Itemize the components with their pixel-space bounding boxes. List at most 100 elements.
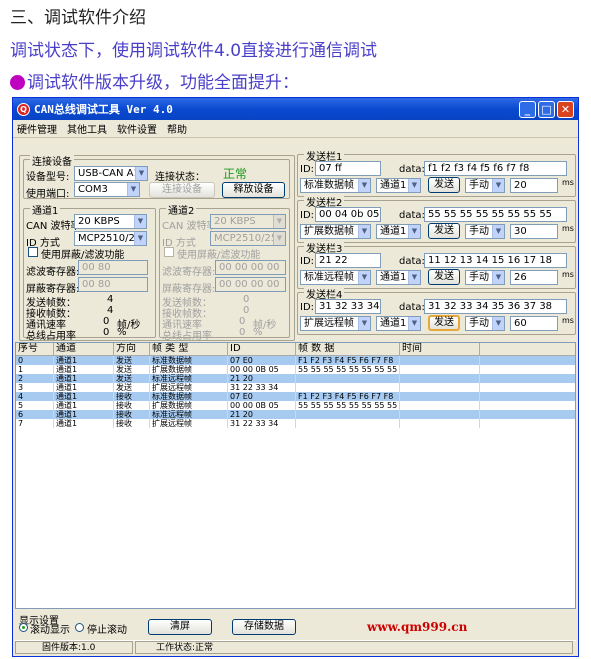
frame-type-select[interactable]: 标准远程帧 ▼ xyxy=(300,270,371,285)
scroll-on-label: 滚动显示 xyxy=(30,625,70,636)
cell-data xyxy=(296,383,400,392)
ch2-filter-reg-input[interactable]: 00 00 00 00 xyxy=(215,260,286,275)
col-channel[interactable]: 通道 xyxy=(54,343,114,355)
channel-select[interactable]: 通道1 ▼ xyxy=(376,224,421,239)
ch1-filter-reg-input[interactable]: 00 80 xyxy=(78,260,148,275)
title-bar[interactable]: Q CAN总线调试工具 Ver 4.0 _ □ ✕ xyxy=(13,98,578,120)
send-data-input[interactable]: 31 32 33 34 35 36 37 38 xyxy=(424,299,567,314)
channel-select[interactable]: 通道1 ▼ xyxy=(376,316,421,331)
interval-input[interactable]: 30 xyxy=(510,224,558,239)
table-row[interactable]: 6 通道1 接收 标准远程帧 21 20 xyxy=(16,410,575,419)
col-id[interactable]: ID xyxy=(228,343,296,355)
send-mode-select[interactable]: 手动 ▼ xyxy=(465,224,505,239)
ch1-filter-checkbox[interactable] xyxy=(28,247,38,257)
chevron-down-icon: ▼ xyxy=(408,317,420,330)
chevron-down-icon: ▼ xyxy=(358,317,370,330)
menu-help[interactable]: 帮助 xyxy=(167,121,187,136)
ch2-idmode-select[interactable]: MCP2510/2515 ▼ xyxy=(210,231,286,246)
cell-time xyxy=(400,365,480,374)
col-frame-type[interactable]: 帧 类 型 xyxy=(150,343,228,355)
table-row[interactable]: 7 通道1 接收 扩展远程帧 31 22 33 34 xyxy=(16,419,575,428)
ch1-mask-reg-label: 屏蔽寄存器: xyxy=(26,284,80,295)
ch1-baud-value: 20 KBPS xyxy=(78,216,120,227)
ch2-rate-value: 0 xyxy=(239,316,246,327)
interval-input[interactable]: 60 xyxy=(510,316,558,331)
interval-input[interactable]: 20 xyxy=(510,178,558,193)
col-time[interactable]: 时间 xyxy=(400,343,480,355)
scroll-off-radio[interactable] xyxy=(75,623,84,632)
cell-data xyxy=(296,374,400,383)
ch1-idmode-select[interactable]: MCP2510/2515 ▼ xyxy=(74,231,147,246)
send-mode-value: 手动 xyxy=(469,226,489,237)
send-mode-select[interactable]: 手动 ▼ xyxy=(465,316,505,331)
table-row[interactable]: 5 通道1 接收 扩展数据帧 00 00 0B 05 55 55 55 55 55 55 … xyxy=(16,401,575,410)
send-id-input[interactable]: 00 04 0b 05 xyxy=(315,207,381,222)
col-index[interactable]: 序号 xyxy=(16,343,54,355)
ch1-baud-select[interactable]: 20 KBPS ▼ xyxy=(74,214,147,229)
frame-type-select[interactable]: 标准数据帧 ▼ xyxy=(300,178,371,193)
message-table[interactable]: 序号 通道 方向 帧 类 型 ID 帧 数 据 时间 0 通道1 发送 标准数据帧 07… xyxy=(15,342,576,609)
send-data-input[interactable]: 55 55 55 55 55 55 55 55 xyxy=(424,207,567,222)
cell-id: 21 20 xyxy=(228,374,296,383)
cell-id: 31 22 33 34 xyxy=(228,419,296,428)
frame-type-value: 标准远程帧 xyxy=(304,272,354,283)
channel-value: 通道1 xyxy=(380,226,407,237)
col-data[interactable]: 帧 数 据 xyxy=(296,343,400,355)
send-button[interactable]: 发送 xyxy=(428,177,460,193)
send-data-input[interactable]: f1 f2 f3 f4 f5 f6 f7 f8 xyxy=(424,161,567,176)
frame-type-select[interactable]: 扩展远程帧 ▼ xyxy=(300,316,371,331)
data-label: data: xyxy=(399,164,425,175)
menu-settings[interactable]: 软件设置 xyxy=(117,121,157,136)
ch1-mask-reg-input[interactable]: 00 80 xyxy=(78,277,148,292)
chevron-down-icon: ▼ xyxy=(408,225,420,238)
close-button[interactable]: ✕ xyxy=(557,100,574,118)
cell-time xyxy=(400,356,480,365)
ch1-bus-label: 总线占用率 xyxy=(26,331,76,342)
cell-frame-type: 标准数据帧 xyxy=(150,392,228,401)
channel-select[interactable]: 通道1 ▼ xyxy=(376,270,421,285)
table-row[interactable]: 4 通道1 接收 标准数据帧 07 E0 F1 F2 F3 F4 F5 F6 F7 F8 xyxy=(16,392,575,401)
minimize-button[interactable]: _ xyxy=(519,100,536,118)
send-data-input[interactable]: 11 12 13 14 15 16 17 18 xyxy=(424,253,567,268)
menu-tools[interactable]: 其他工具 xyxy=(67,121,107,136)
connect-button[interactable]: 连接设备 xyxy=(149,182,215,198)
cell-direction: 接收 xyxy=(114,419,150,428)
menu-hardware[interactable]: 硬件管理 xyxy=(17,121,57,136)
ch2-filter-checkbox[interactable] xyxy=(164,247,174,257)
scroll-on-radio[interactable] xyxy=(19,623,28,632)
cell-filler xyxy=(480,410,575,419)
col-direction[interactable]: 方向 xyxy=(114,343,150,355)
send-button[interactable]: 发送 xyxy=(428,223,460,239)
table-row[interactable]: 2 通道1 发送 标准远程帧 21 20 xyxy=(16,374,575,383)
cell-id: 21 20 xyxy=(228,410,296,419)
send-mode-select[interactable]: 手动 ▼ xyxy=(465,178,505,193)
send-mode-select[interactable]: 手动 ▼ xyxy=(465,270,505,285)
interval-input[interactable]: 26 xyxy=(510,270,558,285)
send-id-input[interactable]: 07 ff xyxy=(315,161,381,176)
table-row[interactable]: 1 通道1 发送 扩展数据帧 00 00 0B 05 55 55 55 55 55 55 … xyxy=(16,365,575,374)
ch1-filter-label: 使用屏蔽/滤波功能 xyxy=(41,250,125,261)
table-row[interactable]: 0 通道1 发送 标准数据帧 07 E0 F1 F2 F3 F4 F5 F6 F7 F8 xyxy=(16,356,575,365)
ch2-baud-select[interactable]: 20 KBPS ▼ xyxy=(210,214,286,229)
clear-button[interactable]: 清屏 xyxy=(148,619,212,635)
send-button[interactable]: 发送 xyxy=(428,315,460,331)
table-header: 序号 通道 方向 帧 类 型 ID 帧 数 据 时间 xyxy=(16,343,575,356)
send-button[interactable]: 发送 xyxy=(428,269,460,285)
save-data-button[interactable]: 存储数据 xyxy=(232,619,296,635)
table-row[interactable]: 3 通道1 发送 扩展远程帧 31 22 33 34 xyxy=(16,383,575,392)
cell-channel: 通道1 xyxy=(54,410,114,419)
send-id-input[interactable]: 21 22 xyxy=(315,253,381,268)
chevron-down-icon: ▼ xyxy=(134,215,146,228)
ch2-mask-reg-input[interactable]: 00 00 00 00 xyxy=(215,277,286,292)
port-select[interactable]: COM3 ▼ xyxy=(74,182,140,197)
channel-select[interactable]: 通道1 ▼ xyxy=(376,178,421,193)
website-link[interactable]: www.qm999.cn xyxy=(367,620,467,634)
release-button[interactable]: 释放设备 xyxy=(222,182,285,198)
chevron-down-icon: ▼ xyxy=(492,225,504,238)
ch2-filter-reg-label: 滤波寄存器: xyxy=(162,267,216,278)
frame-type-select[interactable]: 扩展数据帧 ▼ xyxy=(300,224,371,239)
device-type-select[interactable]: USB-CAN A1 ▼ xyxy=(74,166,148,181)
maximize-button[interactable]: □ xyxy=(538,100,555,118)
send-id-input[interactable]: 31 32 33 34 xyxy=(315,299,381,314)
send-mode-value: 手动 xyxy=(469,180,489,191)
